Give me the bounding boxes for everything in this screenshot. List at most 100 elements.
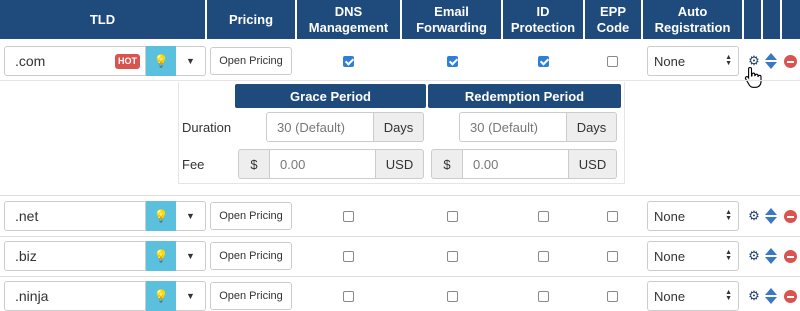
tld-value: .ninja bbox=[15, 288, 49, 304]
column-header-auto-registration: Auto Registration bbox=[643, 0, 742, 39]
hot-badge: HOT bbox=[115, 54, 140, 69]
caret-down-icon[interactable]: ▼ bbox=[176, 46, 206, 76]
redemption-period-header: Redemption Period bbox=[428, 84, 621, 108]
auto-registration-select[interactable]: None ▲ ▼ bbox=[647, 201, 739, 231]
tld-value: .biz bbox=[15, 248, 37, 264]
dns-management-checkbox[interactable] bbox=[343, 56, 354, 67]
remove-circle-icon[interactable] bbox=[784, 250, 797, 263]
row-divider bbox=[0, 195, 800, 196]
id-protection-checkbox[interactable] bbox=[538, 211, 549, 222]
header-tld-label: TLD bbox=[89, 11, 116, 27]
id-protection-checkbox[interactable] bbox=[538, 56, 549, 67]
dns-management-checkbox[interactable] bbox=[343, 291, 354, 302]
hand-pointer-icon bbox=[744, 66, 762, 88]
epp-code-checkbox[interactable] bbox=[607, 251, 618, 262]
dns-management-checkbox[interactable] bbox=[343, 211, 354, 222]
lightbulb-icon[interactable]: 💡 bbox=[146, 281, 176, 311]
tld-input[interactable]: .ninja bbox=[4, 281, 146, 311]
tld-input[interactable]: .net bbox=[4, 201, 146, 231]
open-pricing-button[interactable]: Open Pricing bbox=[210, 47, 292, 75]
id-protection-checkbox[interactable] bbox=[538, 291, 549, 302]
header-epp-line2: Code bbox=[596, 19, 630, 35]
header-id-line2: Protection bbox=[510, 19, 576, 35]
gear-icon[interactable]: ⚙ bbox=[747, 209, 761, 223]
caret-down-icon[interactable]: ▼ bbox=[176, 281, 206, 311]
header-dns-line1: DNS bbox=[334, 3, 363, 19]
duration-label: Duration bbox=[182, 120, 232, 135]
email-forwarding-checkbox[interactable] bbox=[447, 56, 458, 67]
row-divider bbox=[0, 80, 800, 81]
grace-currency-symbol: $ bbox=[238, 149, 270, 179]
header-pricing-label: Pricing bbox=[228, 11, 274, 27]
auto-registration-select[interactable]: None ▲ ▼ bbox=[647, 46, 739, 76]
header-auto-line2: Registration bbox=[654, 19, 731, 35]
column-header-remove bbox=[782, 0, 800, 39]
id-protection-checkbox[interactable] bbox=[538, 251, 549, 262]
caret-down-icon[interactable]: ▼ bbox=[176, 241, 206, 271]
auto-registration-value: None bbox=[654, 208, 686, 224]
auto-registration-select[interactable]: None ▲ ▼ bbox=[647, 281, 739, 311]
header-email-line2: Forwarding bbox=[416, 19, 487, 35]
grace-fee-group: $ 0.00 USD bbox=[238, 149, 424, 179]
epp-code-checkbox[interactable] bbox=[607, 56, 618, 67]
expanded-divider-left bbox=[178, 82, 179, 184]
header-dns-line2: Management bbox=[308, 19, 389, 35]
caret-down-icon[interactable]: ▼ bbox=[176, 201, 206, 231]
redemption-duration-group: 30 (Default) Days bbox=[459, 112, 617, 142]
sort-arrows-icon[interactable] bbox=[765, 208, 777, 224]
sort-arrows-icon[interactable] bbox=[765, 53, 777, 69]
column-header-settings bbox=[744, 0, 761, 39]
open-pricing-button[interactable]: Open Pricing bbox=[210, 202, 292, 230]
header-auto-line1: Auto bbox=[677, 3, 708, 19]
row-divider bbox=[0, 276, 800, 277]
auto-registration-value: None bbox=[654, 53, 686, 69]
sort-arrows-icon[interactable] bbox=[765, 288, 777, 304]
dns-management-checkbox[interactable] bbox=[343, 251, 354, 262]
grace-fee-currency: USD bbox=[376, 149, 424, 179]
auto-registration-value: None bbox=[654, 248, 686, 264]
auto-registration-value: None bbox=[654, 288, 686, 304]
redemption-fee-input[interactable]: 0.00 bbox=[463, 149, 569, 179]
sort-arrows-icon[interactable] bbox=[765, 248, 777, 264]
epp-code-checkbox[interactable] bbox=[607, 211, 618, 222]
tld-row-com: .com HOT 💡 ▼ bbox=[4, 46, 206, 76]
open-pricing-button[interactable]: Open Pricing bbox=[210, 242, 292, 270]
lightbulb-icon[interactable]: 💡 bbox=[146, 201, 176, 231]
gear-icon[interactable]: ⚙ bbox=[747, 289, 761, 303]
tld-row-ninja: .ninja 💡 ▼ bbox=[4, 281, 206, 311]
column-header-email-forwarding: Email Forwarding bbox=[402, 0, 501, 39]
lightbulb-icon[interactable]: 💡 bbox=[146, 241, 176, 271]
header-epp-line1: EPP bbox=[599, 3, 626, 19]
tld-value: .com bbox=[15, 53, 46, 69]
redemption-duration-unit: Days bbox=[567, 112, 617, 142]
grace-duration-input[interactable]: 30 (Default) bbox=[266, 112, 374, 142]
column-header-tld: TLD bbox=[0, 0, 205, 39]
lightbulb-icon[interactable]: 💡 bbox=[146, 46, 176, 76]
tld-input[interactable]: .com HOT bbox=[4, 46, 146, 76]
select-arrows-icon: ▲ ▼ bbox=[725, 209, 732, 222]
redemption-duration-input[interactable]: 30 (Default) bbox=[459, 112, 567, 142]
select-arrows-icon: ▲ ▼ bbox=[725, 54, 732, 67]
email-forwarding-checkbox[interactable] bbox=[447, 291, 458, 302]
row-divider bbox=[0, 236, 800, 237]
grace-duration-group: 30 (Default) Days bbox=[266, 112, 424, 142]
gear-icon[interactable]: ⚙ bbox=[747, 249, 761, 263]
tld-input[interactable]: .biz bbox=[4, 241, 146, 271]
open-pricing-button[interactable]: Open Pricing bbox=[210, 282, 292, 310]
grace-fee-input[interactable]: 0.00 bbox=[270, 149, 376, 179]
column-header-sort bbox=[763, 0, 780, 39]
email-forwarding-checkbox[interactable] bbox=[447, 251, 458, 262]
header-email-line1: Email bbox=[434, 3, 469, 19]
redemption-fee-currency: USD bbox=[569, 149, 617, 179]
remove-circle-icon[interactable] bbox=[784, 55, 797, 68]
redemption-fee-group: $ 0.00 USD bbox=[431, 149, 617, 179]
remove-circle-icon[interactable] bbox=[784, 210, 797, 223]
epp-code-checkbox[interactable] bbox=[607, 291, 618, 302]
redemption-currency-symbol: $ bbox=[431, 149, 463, 179]
grace-duration-unit: Days bbox=[374, 112, 424, 142]
fee-label: Fee bbox=[182, 157, 205, 172]
column-header-id-protection: ID Protection bbox=[503, 0, 583, 39]
email-forwarding-checkbox[interactable] bbox=[447, 211, 458, 222]
auto-registration-select[interactable]: None ▲ ▼ bbox=[647, 241, 739, 271]
tld-row-biz: .biz 💡 ▼ bbox=[4, 241, 206, 271]
